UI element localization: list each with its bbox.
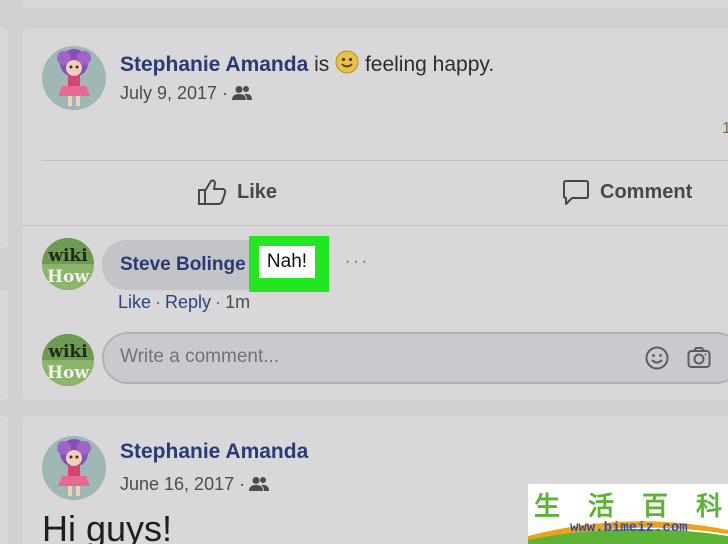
comment-like-link[interactable]: Like [118, 292, 151, 312]
comment-button[interactable]: Comment [562, 178, 692, 206]
post-date[interactable]: June 16, 2017 · [120, 474, 245, 494]
post-author-line: Stephanie Amanda is feeling happy. [120, 50, 494, 77]
watermark-char: 生 [534, 492, 561, 522]
comment-reply-link[interactable]: Reply [165, 292, 211, 312]
like-label: Like [237, 180, 278, 203]
author-avatar[interactable] [42, 436, 106, 500]
post-date-line: July 9, 2017 · [120, 83, 253, 104]
comment-input[interactable]: Write a comment... [102, 332, 728, 384]
divider [22, 225, 728, 226]
speech-bubble-icon [563, 180, 589, 205]
watermark-char: 活 [587, 492, 614, 522]
current-user-avatar[interactable]: wiki How [42, 334, 94, 386]
comment-timestamp[interactable]: 1m [225, 292, 250, 312]
comment-actions: Like · Reply · 1m [118, 292, 250, 313]
smiley-icon [335, 50, 359, 74]
svg-text:wiki: wiki [47, 246, 88, 266]
svg-text:wiki: wiki [47, 342, 88, 362]
watermark-chars: 生 活 百 科 [534, 486, 722, 523]
watermark-char: 科 [695, 492, 722, 522]
thumbs-up-icon [198, 179, 227, 205]
friends-audience-icon[interactable] [232, 85, 253, 101]
separator: · [215, 292, 222, 312]
camera-icon[interactable] [686, 345, 712, 371]
comment-text: Nah! [259, 246, 315, 278]
left-column-card [0, 416, 8, 544]
reaction-count: 1 [722, 120, 728, 137]
left-column-card [0, 290, 8, 400]
post-date[interactable]: July 9, 2017 · [120, 83, 228, 103]
commenter-avatar[interactable]: wiki How [42, 238, 94, 290]
separator: · [155, 292, 162, 312]
status-connector: is [308, 53, 336, 76]
svg-text:How: How [47, 267, 89, 287]
post-author-name[interactable]: Stephanie Amanda [120, 440, 308, 464]
comment-label: Comment [600, 180, 693, 203]
comment-input-placeholder: Write a comment... [120, 346, 280, 367]
feeling-text: feeling happy. [359, 53, 495, 76]
post-card: Stephanie Amanda is feeling happy. July … [22, 28, 728, 400]
divider [42, 160, 728, 161]
comment-options-button[interactable]: ··· [344, 248, 369, 274]
watermark-char: 百 [641, 492, 668, 522]
like-button[interactable]: Like [197, 178, 277, 206]
post-date-line: June 16, 2017 · [120, 474, 270, 495]
post-body-text: Hi guys! [42, 508, 173, 544]
previous-post-card [22, 0, 728, 8]
left-column-card [0, 28, 8, 248]
watermark-url: www.bimeiz.com [570, 520, 688, 536]
author-avatar[interactable] [42, 46, 106, 110]
emoji-icon[interactable] [644, 345, 670, 371]
svg-text:How: How [47, 363, 89, 383]
post-author-name[interactable]: Stephanie Amanda [120, 53, 308, 76]
comment-author-name[interactable]: Steve Bolinge [120, 254, 246, 276]
watermark-logo: 生 活 百 科 www.bimeiz.com [528, 484, 728, 544]
friends-audience-icon[interactable] [249, 476, 270, 492]
highlighted-comment-text: Nah! [249, 236, 329, 292]
